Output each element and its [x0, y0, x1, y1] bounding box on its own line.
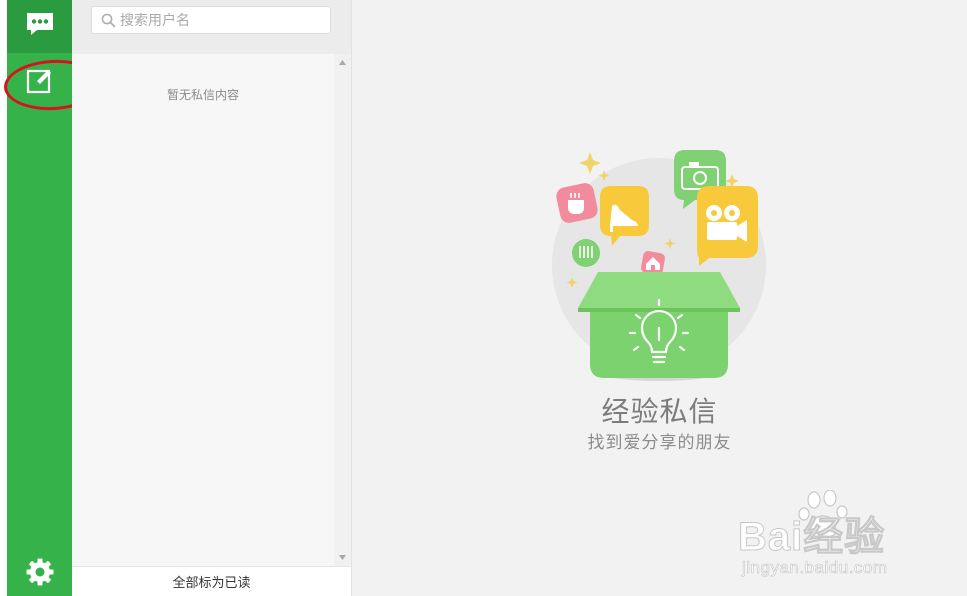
- sidebar-item-messages[interactable]: [7, 0, 72, 53]
- empty-list-text: 暂无私信内容: [166, 88, 239, 102]
- gear-icon: [25, 557, 55, 592]
- sparkle-icon: [579, 152, 601, 174]
- search-box[interactable]: [91, 6, 331, 34]
- house-bubble-icon: [641, 251, 665, 275]
- search-icon: [101, 13, 116, 28]
- empty-state-illustration: [542, 140, 782, 400]
- search-bar: [72, 0, 351, 54]
- empty-state-title: 经验私信: [601, 396, 718, 427]
- scrollbar[interactable]: [334, 54, 351, 566]
- mark-all-read-button[interactable]: 全部标为已读: [72, 566, 351, 596]
- video-camera-bubble-icon: [697, 186, 758, 266]
- baidu-jingyan-watermark: Bai经验 jingyan.baidu.com: [737, 490, 963, 590]
- watermark-url: jingyan.baidu.com: [742, 558, 888, 578]
- watermark-logo-text: Bai经验: [737, 515, 886, 560]
- cutlery-bubble-icon: [572, 239, 600, 267]
- search-input[interactable]: [120, 12, 320, 28]
- sidebar-item-settings[interactable]: [7, 552, 72, 596]
- scroll-up-arrow-icon[interactable]: [334, 54, 351, 71]
- scroll-down-arrow-icon[interactable]: [334, 549, 351, 566]
- empty-state-subtitle: 找到爱分享的朋友: [587, 433, 732, 452]
- conversation-list-panel: 暂无私信内容 全部标为已读: [72, 0, 351, 596]
- chat-bubble-icon: [25, 11, 55, 42]
